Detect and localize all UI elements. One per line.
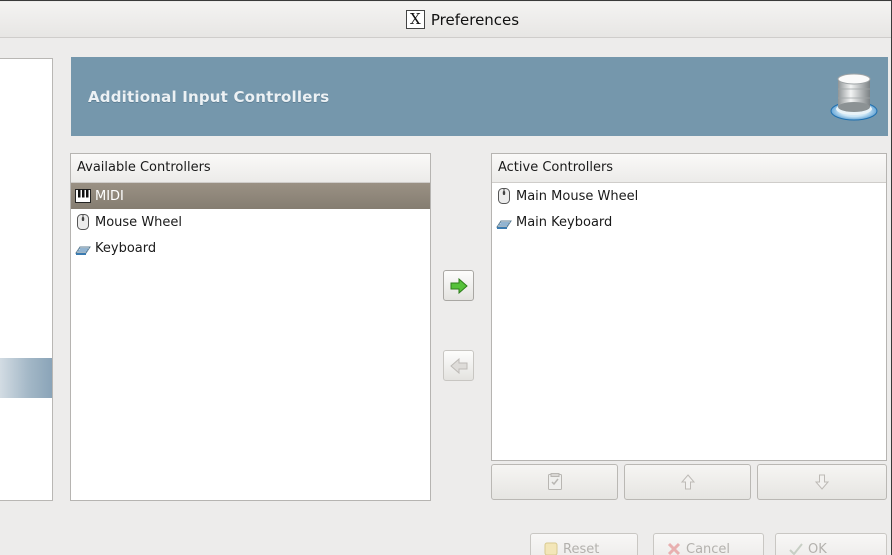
list-item-label: Main Keyboard — [516, 214, 613, 230]
list-item-main-mouse-wheel[interactable]: Main Mouse Wheel — [492, 183, 886, 209]
active-controllers-list[interactable]: Active Controllers Main Mouse Wheel Main… — [491, 153, 887, 461]
arrow-down-icon — [815, 474, 829, 490]
title-wrap: X Preferences — [405, 10, 520, 29]
configure-controller-button[interactable] — [491, 464, 618, 500]
mouse-icon — [77, 214, 89, 230]
reset-icon — [544, 542, 558, 555]
add-controller-button[interactable] — [443, 270, 474, 301]
list-item-label: MIDI — [95, 188, 124, 204]
list-item-midi[interactable]: MIDI — [71, 183, 430, 209]
mouse-icon — [498, 188, 510, 204]
reset-button[interactable]: Reset — [530, 533, 638, 555]
move-up-button[interactable] — [624, 464, 751, 500]
list-item-label: Mouse Wheel — [95, 214, 183, 230]
available-controllers-list[interactable]: Available Controllers MIDI Mouse Wheel K… — [70, 153, 431, 501]
cancel-icon — [667, 542, 681, 555]
input-controllers-icon — [830, 73, 878, 121]
keyboard-icon — [496, 220, 512, 229]
arrow-left-icon — [449, 357, 467, 374]
list-item-keyboard[interactable]: Keyboard — [71, 235, 430, 261]
move-down-button[interactable] — [757, 464, 887, 500]
category-list[interactable] — [0, 58, 53, 501]
window-title: Preferences — [430, 10, 520, 29]
reset-button-label: Reset — [563, 541, 600, 555]
title-bar[interactable]: X Preferences — [0, 2, 891, 38]
cancel-button[interactable]: Cancel — [653, 533, 764, 555]
category-item-selected[interactable] — [0, 358, 52, 398]
list-item-mouse-wheel[interactable]: Mouse Wheel — [71, 209, 430, 235]
list-item-label: Main Mouse Wheel — [516, 188, 639, 204]
page-title: Additional Input Controllers — [88, 88, 330, 106]
midi-keyboard-icon — [75, 189, 91, 203]
cancel-button-label: Cancel — [686, 541, 731, 555]
arrow-right-icon — [450, 277, 468, 294]
remove-controller-button[interactable] — [443, 350, 474, 381]
list-item-label: Keyboard — [95, 240, 157, 256]
configure-icon — [547, 473, 562, 490]
x-app-icon: X — [405, 10, 425, 29]
page-banner: Additional Input Controllers — [71, 57, 888, 136]
available-controllers-header: Available Controllers — [71, 154, 430, 183]
ok-button[interactable]: OK — [775, 533, 887, 555]
list-item-main-keyboard[interactable]: Main Keyboard — [492, 209, 886, 235]
arrow-up-icon — [680, 474, 695, 490]
active-controllers-header: Active Controllers — [492, 154, 886, 183]
ok-button-label: OK — [808, 541, 827, 555]
keyboard-icon — [75, 246, 91, 255]
preferences-window: X Preferences Additional Input Controlle… — [0, 0, 892, 555]
ok-icon — [789, 543, 803, 555]
